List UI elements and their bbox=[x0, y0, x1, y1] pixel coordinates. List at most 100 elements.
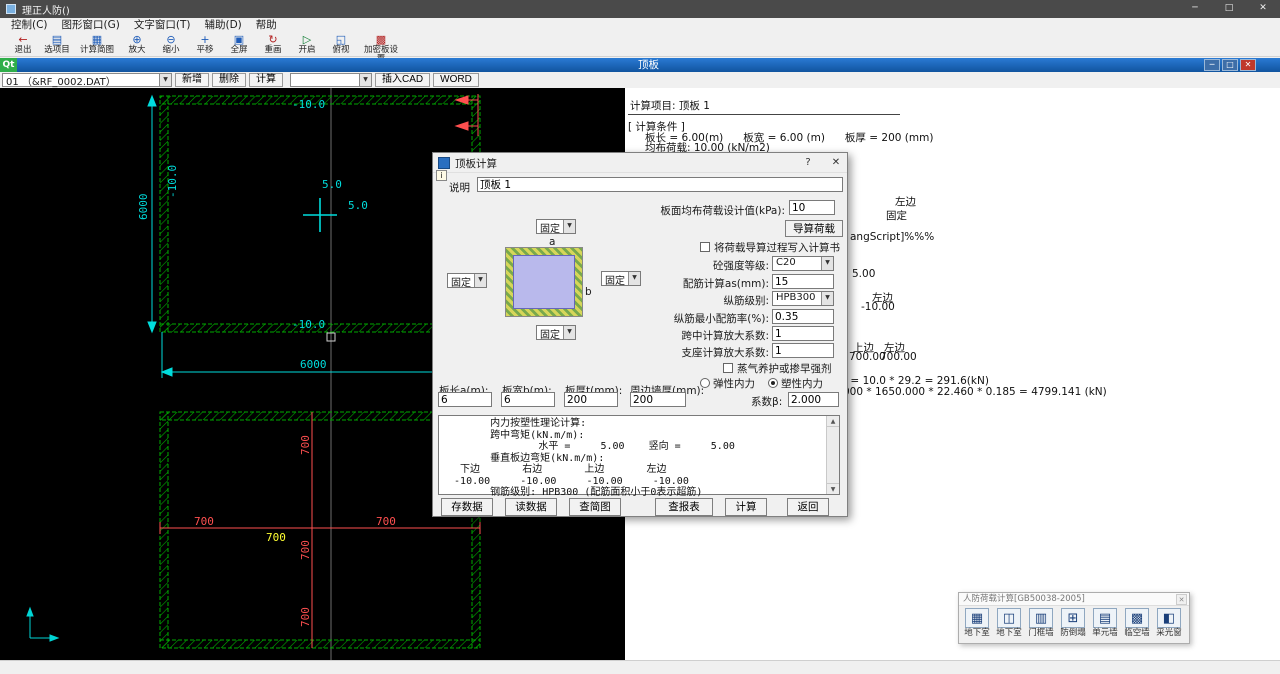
minimize-icon[interactable]: ─ bbox=[1178, 0, 1212, 18]
top-view-button[interactable]: ◱ 俯视 bbox=[324, 33, 358, 56]
delete-button[interactable]: 删除 bbox=[212, 73, 246, 87]
insert-cad-button[interactable]: 插入CAD bbox=[375, 73, 430, 87]
edge-bottom-combo[interactable]: 固定 ▼ bbox=[536, 325, 576, 340]
palette-item-unit-wall[interactable]: ▤ 单元墙 bbox=[1089, 608, 1121, 639]
exit-button[interactable]: ← 退出 bbox=[6, 33, 40, 56]
report-fragment: -10.00 bbox=[861, 301, 895, 313]
back-button[interactable]: 返回 bbox=[787, 498, 829, 516]
basement-icon: ▦ bbox=[965, 608, 989, 628]
close-icon[interactable]: ✕ bbox=[1176, 594, 1187, 605]
slab-calc-dialog: 顶板计算 ? ✕ i 说明 板面均布荷载设计值(kPa): 导算荷载 将荷载导算… bbox=[432, 152, 848, 517]
palette-item-door-frame-wall[interactable]: ▥ 门框墙 bbox=[1025, 608, 1057, 639]
scroll-down-icon[interactable]: ▼ bbox=[827, 483, 839, 494]
load-calc-palette: 人防荷载计算[GB50038-2005] ✕ ▦ 地下室 ◫ 地下室 ▥ 门框墙… bbox=[958, 592, 1190, 644]
result-scrollbar[interactable]: ▲ ▼ bbox=[826, 416, 839, 494]
write-process-checkbox[interactable] bbox=[700, 242, 710, 252]
derive-load-button[interactable]: 导算荷载 bbox=[785, 220, 843, 237]
menu-assist[interactable]: 辅助(D) bbox=[197, 18, 248, 33]
cad-label: 700 bbox=[194, 515, 214, 528]
doc-caption-bar: Qt 顶板 ─ □ ✕ bbox=[0, 58, 1280, 72]
result-text: 内力按塑性理论计算: 跨中弯矩(kN.m/m): 水平 = 5.00 竖向 = … bbox=[442, 418, 823, 499]
palette-item-collapse-proof[interactable]: ⊞ 防倒塌 bbox=[1057, 608, 1089, 639]
close-icon[interactable]: ✕ bbox=[829, 156, 843, 170]
help-icon[interactable]: ? bbox=[801, 156, 815, 170]
midspan-input[interactable] bbox=[772, 326, 834, 341]
width-input[interactable] bbox=[501, 392, 555, 407]
as-input[interactable] bbox=[772, 274, 834, 289]
redraw-button[interactable]: ↻ 重画 bbox=[256, 33, 290, 56]
menu-graphic-window[interactable]: 图形窗口(G) bbox=[55, 18, 127, 33]
doc-minimize-icon[interactable]: ─ bbox=[1204, 59, 1220, 71]
elastic-label: 弹性内力 bbox=[713, 376, 755, 391]
view-diagram-button[interactable]: 查简图 bbox=[569, 498, 621, 516]
menu-text-window[interactable]: 文字窗口(T) bbox=[127, 18, 198, 33]
file-select-combo[interactable]: 01 （&RF_0002.DAT） ▼ bbox=[2, 73, 172, 87]
plate-interior bbox=[513, 255, 575, 309]
secondary-combo[interactable]: ▼ bbox=[290, 73, 372, 87]
load-label: 板面均布荷载设计值(kPa): bbox=[573, 203, 785, 218]
beta-label: 系数β: bbox=[751, 394, 782, 409]
palette-item-airspace-wall[interactable]: ▩ 临空墙 bbox=[1121, 608, 1153, 639]
support-label: 支座计算放大系数: bbox=[571, 345, 769, 360]
dialog-titlebar[interactable]: 顶板计算 ? ✕ bbox=[433, 153, 847, 173]
chevron-down-icon: ▼ bbox=[563, 220, 575, 233]
info-icon: i bbox=[436, 170, 447, 181]
thickness-input[interactable] bbox=[564, 392, 618, 407]
calculate-button[interactable]: 计算 bbox=[725, 498, 767, 516]
report-fragment: 左边 bbox=[895, 194, 916, 209]
file-toolbar: 01 （&RF_0002.DAT） ▼ 新增 删除 计算 ▼ 插入CAD WOR… bbox=[0, 72, 1280, 88]
skylight-icon: ◧ bbox=[1157, 608, 1181, 628]
select-project-button[interactable]: ▤ 选项目 bbox=[40, 33, 74, 56]
load-input[interactable] bbox=[789, 200, 835, 215]
rebar-combo[interactable]: HPB300 ▼ bbox=[772, 291, 834, 306]
edge-left-combo[interactable]: 固定 ▼ bbox=[447, 273, 487, 288]
report-fragment: 5.00 bbox=[852, 268, 875, 280]
note-input[interactable] bbox=[477, 177, 843, 192]
word-button[interactable]: WORD bbox=[433, 73, 479, 87]
palette-item-basement-1[interactable]: ▦ 地下室 bbox=[961, 608, 993, 639]
plastic-radio[interactable] bbox=[768, 378, 778, 388]
ratio-input[interactable] bbox=[772, 309, 834, 324]
wall-thickness-input[interactable] bbox=[630, 392, 686, 407]
support-input[interactable] bbox=[772, 343, 834, 358]
plastic-label: 塑性内力 bbox=[781, 376, 823, 391]
open-button[interactable]: ▷ 开启 bbox=[290, 33, 324, 56]
steam-cure-checkbox[interactable] bbox=[723, 363, 733, 373]
doc-close-icon[interactable]: ✕ bbox=[1240, 59, 1256, 71]
fullscreen-button[interactable]: ▣ 全屏 bbox=[222, 33, 256, 56]
maximize-icon[interactable]: □ bbox=[1212, 0, 1246, 18]
scroll-up-icon[interactable]: ▲ bbox=[827, 416, 839, 427]
concrete-combo[interactable]: C20 ▼ bbox=[772, 256, 834, 271]
zoom-out-button[interactable]: ⊖ 缩小 bbox=[154, 33, 188, 56]
collapse-proof-icon: ⊞ bbox=[1061, 608, 1085, 628]
as-label: 配筋计算as(mm): bbox=[571, 276, 769, 291]
report-divider bbox=[628, 114, 900, 115]
calc-button[interactable]: 计算 bbox=[249, 73, 283, 87]
palette-item-skylight[interactable]: ◧ 采光窗 bbox=[1153, 608, 1185, 639]
doc-maximize-icon[interactable]: □ bbox=[1222, 59, 1238, 71]
chevron-down-icon: ▼ bbox=[821, 257, 833, 270]
read-data-button[interactable]: 读数据 bbox=[505, 498, 557, 516]
zoom-in-button[interactable]: ⊕ 放大 bbox=[120, 33, 154, 56]
midspan-label: 跨中计算放大系数: bbox=[571, 328, 769, 343]
calc-diagram-button[interactable]: ▦ 计算简图 bbox=[74, 33, 120, 56]
menu-help[interactable]: 帮助 bbox=[249, 18, 284, 33]
cad-label: -10.0 bbox=[166, 165, 179, 198]
view-report-button[interactable]: 查报表 bbox=[655, 498, 713, 516]
beta-input[interactable] bbox=[788, 392, 839, 407]
edge-top-combo[interactable]: 固定 ▼ bbox=[536, 219, 576, 234]
cad-label: 700 bbox=[299, 540, 312, 560]
ratio-label: 纵筋最小配筋率(%): bbox=[571, 311, 769, 326]
window-title: 理正人防() bbox=[22, 2, 70, 17]
note-label: 说明 bbox=[449, 180, 470, 195]
new-button[interactable]: 新增 bbox=[175, 73, 209, 87]
dense-slab-settings-button[interactable]: ▩ 加密板设置 bbox=[358, 33, 404, 56]
airspace-wall-icon: ▩ bbox=[1125, 608, 1149, 628]
close-icon[interactable]: ✕ bbox=[1246, 0, 1280, 18]
length-input[interactable] bbox=[438, 392, 492, 407]
cad-label: 6000 bbox=[137, 194, 150, 221]
pan-button[interactable]: + 平移 bbox=[188, 33, 222, 56]
save-data-button[interactable]: 存数据 bbox=[441, 498, 493, 516]
menu-control[interactable]: 控制(C) bbox=[4, 18, 55, 33]
palette-item-basement-2[interactable]: ◫ 地下室 bbox=[993, 608, 1025, 639]
